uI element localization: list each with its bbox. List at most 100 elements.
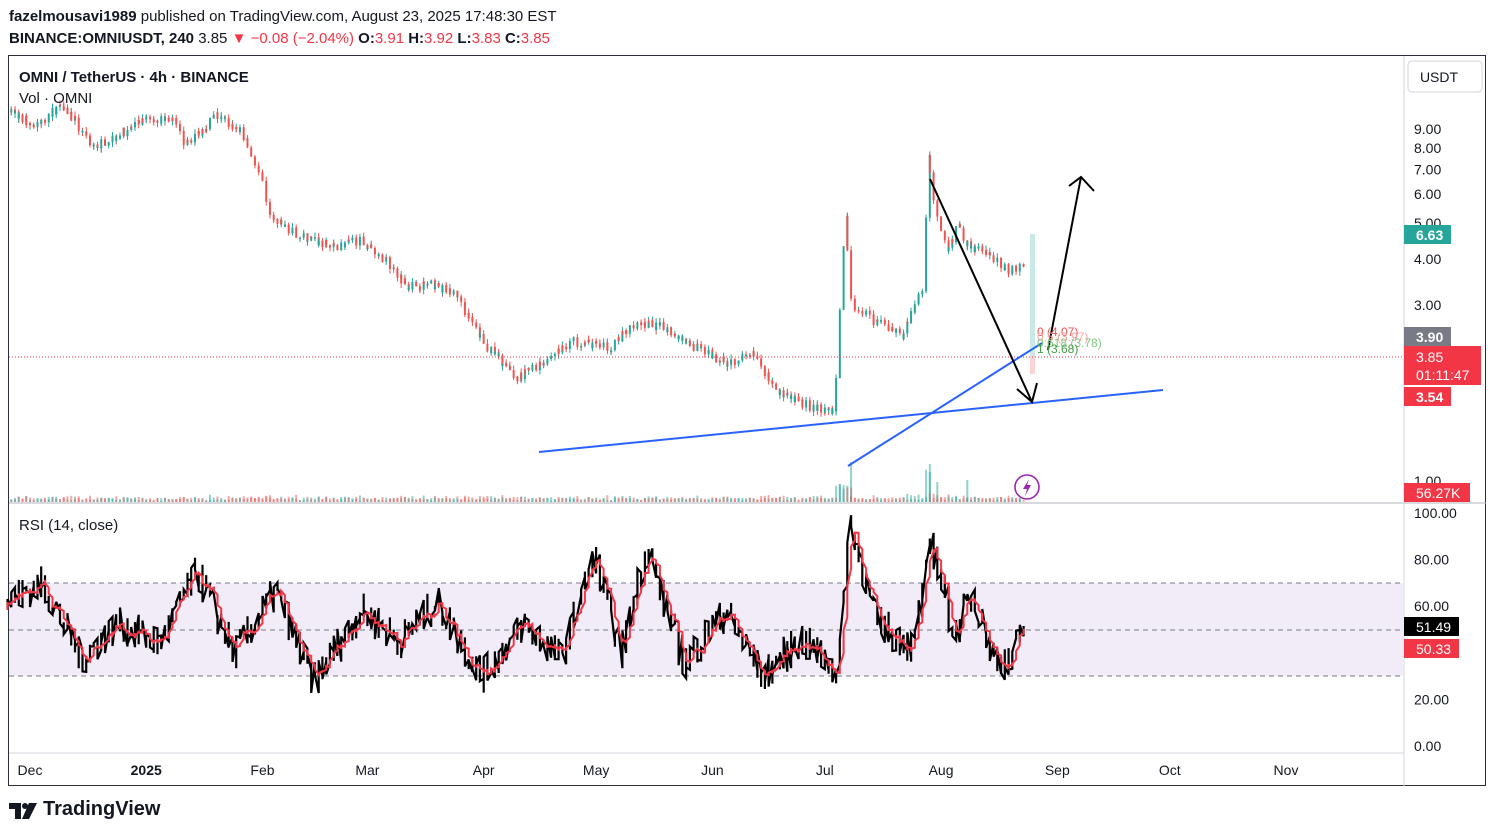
- time-tick: Oct: [1159, 762, 1181, 778]
- volume-bar: [610, 500, 613, 502]
- candle-body: [505, 363, 508, 367]
- volume-bar: [358, 495, 361, 502]
- footer-brand[interactable]: TradingView: [9, 798, 160, 821]
- volume-bar: [291, 497, 294, 502]
- candle-body: [801, 399, 804, 408]
- candle-body: [985, 249, 988, 255]
- volume-bars: [10, 462, 1025, 502]
- volume-bar: [306, 498, 309, 502]
- candle-body: [576, 345, 579, 347]
- chart-title[interactable]: OMNI / TetherUS · 4h · BINANCE: [19, 69, 249, 86]
- chart-canvas[interactable]: 0 (4.07) 0.5 (3.97) 0.618 (3.78) 1 (3.68…: [0, 0, 1495, 834]
- candle-body: [265, 189, 268, 202]
- volume-bar: [527, 498, 530, 502]
- volume-bar: [317, 496, 320, 502]
- candle-body: [835, 378, 838, 412]
- volume-bar: [977, 497, 980, 502]
- volume-bar: [298, 499, 301, 502]
- position-stop-zone[interactable]: [1030, 356, 1035, 374]
- candle-body: [767, 372, 770, 382]
- candle-body: [88, 142, 91, 146]
- volume-bar: [666, 496, 669, 502]
- volume-bar: [988, 497, 991, 502]
- volume-bar: [145, 499, 148, 502]
- candle-body: [137, 120, 140, 125]
- volume-bar: [456, 498, 459, 502]
- down-arrow-line[interactable]: [929, 178, 1033, 403]
- volume-bar: [595, 499, 598, 502]
- volume-bar: [932, 493, 935, 502]
- volume-bar: [347, 497, 350, 502]
- candle-body: [895, 328, 898, 333]
- candle-body: [782, 395, 785, 398]
- candle-body: [246, 138, 249, 148]
- price-tick: 4.00: [1414, 251, 1441, 267]
- volume-bar: [636, 498, 639, 502]
- candle-body: [253, 162, 256, 166]
- volume-bar: [10, 499, 13, 502]
- candle-body: [88, 135, 91, 143]
- volume-bar: [242, 496, 245, 502]
- candle-body: [115, 138, 118, 141]
- candle-body: [441, 285, 444, 293]
- candle-body: [816, 404, 819, 411]
- candle-body: [887, 325, 890, 331]
- volume-bar: [355, 496, 358, 502]
- price-axis[interactable]: 1.002.003.004.005.006.007.008.009.00: [1414, 121, 1441, 489]
- volume-bar: [463, 497, 466, 502]
- volume-bar: [295, 494, 298, 502]
- volume-bar: [598, 499, 601, 502]
- volume-bar: [688, 498, 691, 502]
- volume-bar: [756, 499, 759, 502]
- volume-bar: [426, 499, 429, 502]
- support-trendline[interactable]: [538, 389, 1164, 453]
- candle-body: [351, 237, 354, 239]
- candle-body: [276, 221, 279, 224]
- volume-bar: [962, 495, 965, 502]
- candle-body: [793, 396, 796, 403]
- volume-bar: [118, 498, 121, 502]
- candle-body: [538, 361, 541, 366]
- candle-body: [55, 106, 58, 115]
- volume-bar: [253, 498, 256, 502]
- volume-bar: [921, 499, 924, 502]
- candle-body: [726, 364, 729, 367]
- entry-badge-text: 3.90: [1416, 329, 1443, 345]
- volume-bar: [970, 499, 973, 502]
- volume-bar: [43, 499, 46, 502]
- candle-body: [636, 322, 639, 326]
- volume-bar: [370, 499, 373, 502]
- candle-body: [250, 151, 253, 157]
- candle-body: [872, 314, 875, 326]
- time-axis[interactable]: Dec 2025 Feb Mar Apr May Jun Jul Aug Sep Oct Nov: [18, 762, 1299, 778]
- volume-bar: [861, 498, 864, 502]
- volume-legend[interactable]: Vol · OMNI: [19, 90, 92, 107]
- volume-bar: [801, 497, 804, 502]
- candle-body: [32, 124, 35, 128]
- candle-body: [655, 322, 658, 330]
- time-tick: Jun: [701, 762, 724, 778]
- candle-body: [1022, 263, 1025, 267]
- candle-body: [332, 243, 335, 246]
- volume-bar: [366, 499, 369, 502]
- candle-body: [940, 216, 943, 228]
- candle-body: [808, 403, 811, 411]
- candle-body: [111, 135, 114, 141]
- candle-body: [628, 325, 631, 327]
- candle-body: [966, 241, 969, 247]
- candle-body: [696, 343, 699, 345]
- volume-bar: [805, 498, 808, 502]
- volume-bar: [261, 497, 264, 502]
- price-tick: 9.00: [1414, 121, 1441, 137]
- position-target-zone[interactable]: [1030, 234, 1035, 356]
- candle-body: [29, 123, 31, 125]
- candle-body: [313, 237, 316, 239]
- rsi-tick: 80.00: [1414, 552, 1449, 568]
- candle-body: [891, 327, 894, 331]
- volume-bar: [160, 498, 163, 502]
- candle-body: [238, 127, 241, 133]
- candle-body: [437, 283, 440, 287]
- volume-bar: [490, 496, 493, 502]
- candles: [10, 100, 1025, 417]
- rsi-legend[interactable]: RSI (14, close): [19, 517, 118, 534]
